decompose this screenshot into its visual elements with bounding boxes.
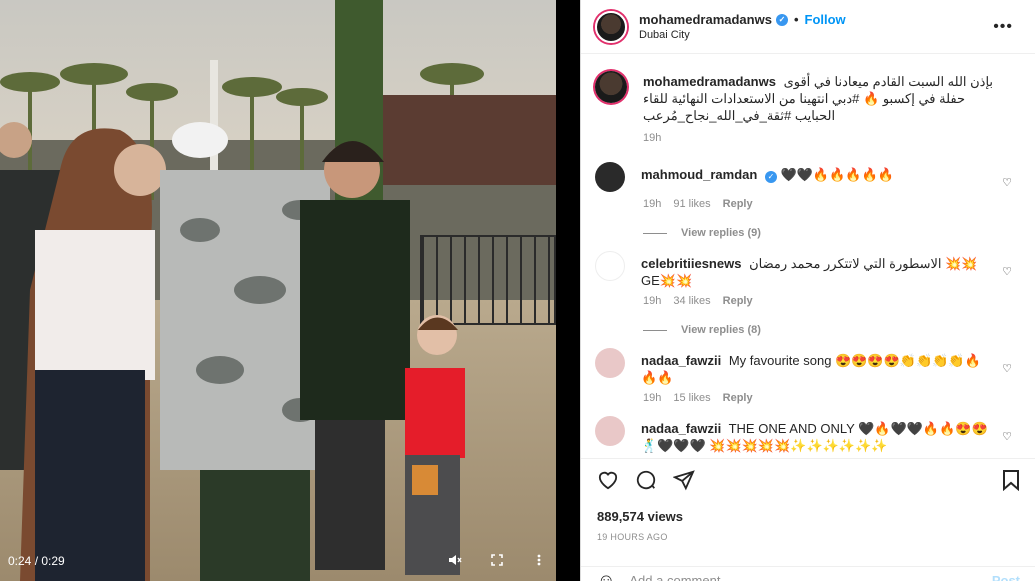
comments-list: mohamedramadanws بإذن الله السبت القادم … <box>581 55 1035 457</box>
heart-icon[interactable] <box>597 470 619 494</box>
comment-body: celebritiiesnews الاسطورة التي لاتتكرر م… <box>641 255 996 289</box>
replies-line <box>643 329 667 331</box>
comment-icon[interactable] <box>635 469 657 495</box>
comment-meta: 19h 34 likes Reply <box>643 295 1035 307</box>
commenter-avatar[interactable] <box>595 348 625 378</box>
commenter-avatar[interactable] <box>595 416 625 446</box>
comment-item: celebritiiesnews الاسطورة التي لاتتكرر م… <box>595 237 1035 289</box>
video-control-icons <box>446 553 548 570</box>
author-avatar[interactable] <box>595 10 627 43</box>
video-time: 0:24 / 0:29 <box>8 554 65 568</box>
comment-text: 🖤🖤🔥🔥🔥🔥🔥 <box>780 167 894 182</box>
comment-body: nadaa_fawzii THE ONE AND ONLY 🖤🔥🖤🖤🔥🔥😍😍🕺🖤… <box>641 420 996 454</box>
post-caption: mohamedramadanws بإذن الله السبت القادم … <box>595 55 1035 124</box>
commenter-avatar[interactable] <box>595 251 625 281</box>
post-panel: mohamedramadanws ✓ • Follow Dubai City •… <box>580 0 1035 581</box>
caption-meta: 19h <box>643 132 1035 144</box>
comment-username[interactable]: nadaa_fawzii <box>641 353 721 368</box>
like-comment-heart-icon[interactable]: ♡ <box>1002 430 1012 443</box>
commenter-avatar[interactable] <box>595 162 625 192</box>
comment-meta: 19h 91 likes Reply <box>643 198 1035 210</box>
post-actions: 889,574 views 19 HOURS AGO <box>581 458 1035 542</box>
author-info: mohamedramadanws ✓ • Follow Dubai City <box>639 12 846 41</box>
video-player[interactable]: 0:24 / 0:29 <box>0 0 556 581</box>
more-options-icon[interactable]: ••• <box>993 18 1013 36</box>
caption-body: mohamedramadanws بإذن الله السبت القادم … <box>643 73 1035 124</box>
divider-gap <box>556 0 580 581</box>
fullscreen-icon[interactable] <box>488 553 506 569</box>
post-timestamp: 19 HOURS AGO <box>597 532 668 542</box>
people-in-scene <box>0 122 465 581</box>
comment-username[interactable]: nadaa_fawzii <box>641 421 721 436</box>
comment-username[interactable]: celebritiiesnews <box>641 256 741 271</box>
replies-line <box>643 232 667 234</box>
post-location[interactable]: Dubai City <box>639 29 846 41</box>
comment-likes[interactable]: 91 likes <box>673 198 710 210</box>
muted-speaker-icon[interactable] <box>446 553 464 570</box>
follow-button[interactable]: Follow <box>805 12 846 27</box>
reply-button[interactable]: Reply <box>723 198 753 210</box>
caption-avatar[interactable] <box>595 71 627 103</box>
verified-badge-icon: ✓ <box>764 171 777 183</box>
comment-likes[interactable]: 34 likes <box>673 295 710 307</box>
view-count[interactable]: 889,574 views <box>597 509 1020 524</box>
reply-button[interactable]: Reply <box>723 295 753 307</box>
add-comment-input[interactable]: Add a comment... <box>629 573 731 581</box>
post-header: mohamedramadanws ✓ • Follow Dubai City •… <box>581 0 1035 54</box>
bookmark-icon[interactable] <box>1002 469 1020 495</box>
video-controls: 0:24 / 0:29 <box>0 541 556 581</box>
comment-item: nadaa_fawzii THE ONE AND ONLY 🖤🔥🖤🖤🔥🔥😍😍🕺🖤… <box>595 402 1035 454</box>
caption-username[interactable]: mohamedramadanws <box>643 74 776 89</box>
like-comment-heart-icon[interactable]: ♡ <box>1002 176 1012 189</box>
vertical-dots-icon[interactable] <box>530 554 548 569</box>
like-comment-heart-icon[interactable]: ♡ <box>1002 362 1012 375</box>
verified-badge-icon: ✓ <box>775 13 788 26</box>
comment-time: 19h <box>643 198 662 210</box>
action-icons <box>597 467 1020 497</box>
comment-body: mahmoud_ramdan ✓ 🖤🖤🔥🔥🔥🔥🔥 <box>641 166 894 192</box>
like-comment-heart-icon[interactable]: ♡ <box>1002 265 1012 278</box>
video-frame <box>0 0 556 581</box>
post-comment-button[interactable]: Post <box>992 573 1020 581</box>
comment-time: 19h <box>643 295 662 307</box>
separator-dot: • <box>793 12 799 27</box>
add-comment-bar: ☺ Add a comment... Post <box>581 566 1035 581</box>
comment-item: nadaa_fawzii My favourite song 😍😍😍😍👏👏👏👏🔥… <box>595 334 1035 386</box>
smiley-icon[interactable]: ☺ <box>597 570 615 581</box>
caption-time: 19h <box>643 132 662 144</box>
comment-username[interactable]: mahmoud_ramdan <box>641 167 757 182</box>
author-username[interactable]: mohamedramadanws <box>639 12 772 27</box>
comment-body: nadaa_fawzii My favourite song 😍😍😍😍👏👏👏👏🔥… <box>641 352 996 386</box>
instagram-post-page: 0:24 / 0:29 mohamedramadanws ✓ • Follow … <box>0 0 1035 581</box>
comment-item: mahmoud_ramdan ✓ 🖤🖤🔥🔥🔥🔥🔥 ♡ <box>595 148 1035 192</box>
send-icon[interactable] <box>672 469 695 495</box>
